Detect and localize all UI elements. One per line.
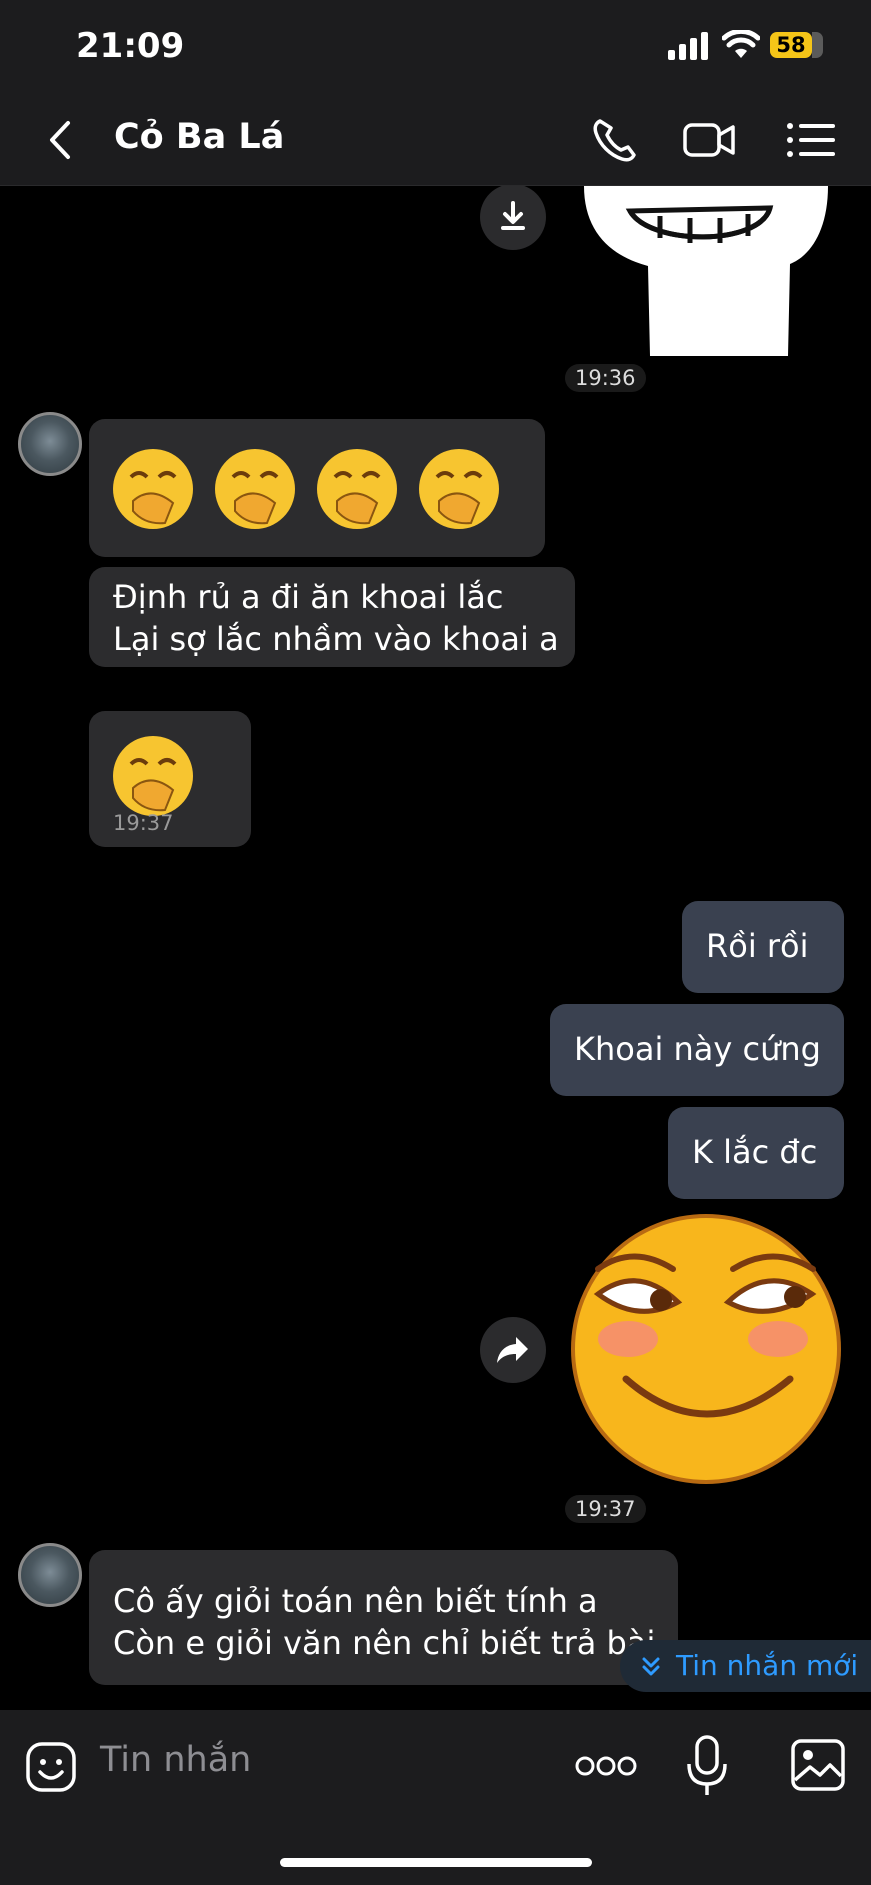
battery-level: 58 bbox=[770, 32, 823, 58]
avatar[interactable] bbox=[18, 412, 82, 476]
message-text: Khoai này cứng bbox=[574, 1030, 821, 1068]
message-list[interactable]: 19:36 Định rủ a đi ăn khoai lắc Lại sợ l… bbox=[0, 186, 871, 1710]
new-message-label: Tin nhắn mới bbox=[676, 1649, 859, 1682]
avatar[interactable] bbox=[18, 1543, 82, 1607]
hand-over-mouth-emoji bbox=[113, 736, 193, 816]
text-message[interactable]: Định rủ a đi ăn khoai lắc Lại sợ lắc nhầ… bbox=[89, 567, 575, 667]
message-text: Định rủ a đi ăn khoai lắc Lại sợ lắc nhầ… bbox=[113, 578, 559, 658]
chat-header: Cỏ Ba Lá bbox=[0, 95, 871, 186]
text-message[interactable]: Cô ấy giỏi toán nên biết tính a Còn e gi… bbox=[89, 1550, 678, 1685]
more-icon[interactable] bbox=[575, 1748, 637, 1784]
menu-icon[interactable] bbox=[784, 115, 840, 165]
hand-over-mouth-emoji bbox=[113, 449, 499, 529]
message-text: Cô ấy giỏi toán nên biết tính a Còn e gi… bbox=[113, 1582, 656, 1662]
emoji-message[interactable]: 19:37 bbox=[89, 711, 251, 847]
message-text: Rồi rồi bbox=[706, 927, 809, 965]
status-bar: 21:09 58 bbox=[0, 0, 871, 95]
forward-button[interactable] bbox=[480, 1317, 546, 1383]
timestamp: 19:37 bbox=[565, 1495, 646, 1523]
signal-icon bbox=[668, 32, 708, 60]
text-message-out[interactable]: Rồi rồi bbox=[682, 901, 844, 993]
forward-icon bbox=[497, 1337, 528, 1363]
text-message-out[interactable]: K lắc đc bbox=[668, 1107, 844, 1199]
download-icon bbox=[501, 201, 525, 230]
timestamp: 19:37 bbox=[113, 811, 174, 835]
mic-icon[interactable] bbox=[684, 1734, 730, 1798]
chevron-down-icon bbox=[642, 1657, 660, 1676]
wifi-icon bbox=[722, 30, 760, 58]
text-message-out[interactable]: Khoai này cứng bbox=[550, 1004, 844, 1096]
message-input[interactable]: Tin nhắn bbox=[100, 1740, 251, 1780]
chat-title[interactable]: Cỏ Ba Lá bbox=[114, 117, 284, 157]
image-icon[interactable] bbox=[790, 1738, 846, 1792]
download-button[interactable] bbox=[480, 186, 546, 250]
smirk-blush-sticker[interactable] bbox=[568, 1214, 844, 1484]
back-icon[interactable] bbox=[40, 115, 80, 165]
message-text: K lắc đc bbox=[692, 1133, 818, 1171]
emoji-message[interactable] bbox=[89, 419, 545, 557]
timestamp: 19:36 bbox=[565, 364, 646, 392]
emoji-icon[interactable] bbox=[24, 1740, 78, 1794]
status-time: 21:09 bbox=[76, 26, 185, 66]
home-indicator bbox=[280, 1858, 592, 1867]
phone-icon[interactable] bbox=[588, 115, 644, 165]
new-message-banner[interactable]: Tin nhắn mới bbox=[620, 1640, 871, 1692]
video-icon[interactable] bbox=[682, 115, 738, 165]
grinning-sticker[interactable] bbox=[580, 186, 832, 356]
battery-indicator: 58 bbox=[770, 32, 823, 58]
